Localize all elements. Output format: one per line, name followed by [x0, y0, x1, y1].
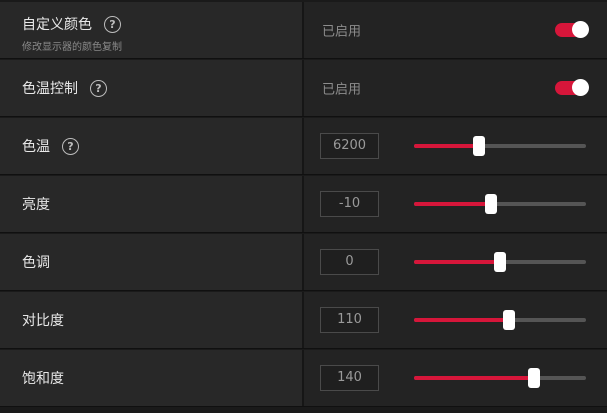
brightness-slider[interactable]	[414, 194, 586, 214]
contrast-label-cell: 对比度	[0, 292, 304, 348]
brightness-control-cell: -10	[304, 176, 607, 232]
saturation-input[interactable]: 140	[320, 365, 379, 391]
color-temp-control-row: 色温控制 ? 已启用	[0, 60, 607, 117]
color-temp-label: 色温	[22, 139, 50, 155]
contrast-row: 对比度 110	[0, 292, 607, 349]
color-temp-control-toggle[interactable]	[555, 79, 589, 96]
brightness-label: 亮度	[22, 197, 50, 213]
saturation-row: 饱和度 140	[0, 350, 607, 407]
help-icon[interactable]: ?	[90, 79, 107, 97]
contrast-control-cell: 110	[304, 292, 607, 348]
slider-fill	[414, 260, 500, 264]
hue-input[interactable]: 0	[320, 249, 379, 275]
slider-thumb[interactable]	[473, 136, 486, 156]
slider-thumb[interactable]	[494, 252, 506, 272]
brightness-row: 亮度 -10	[0, 176, 607, 233]
custom-color-toggle[interactable]	[555, 21, 589, 38]
color-temp-control-control-cell: 已启用	[304, 60, 607, 116]
color-temp-control-cell: 6200	[304, 118, 607, 174]
color-temp-control-label: 色温控制	[22, 81, 78, 97]
slider-fill	[414, 144, 480, 148]
custom-color-label-cell: 自定义颜色 ? 修改显示器的颜色复制	[0, 2, 304, 58]
hue-slider[interactable]	[414, 252, 586, 272]
hue-row: 色调 0	[0, 234, 607, 291]
slider-thumb[interactable]	[502, 310, 515, 330]
slider-fill	[414, 376, 535, 380]
saturation-slider[interactable]	[414, 368, 586, 388]
contrast-slider[interactable]	[414, 310, 586, 330]
custom-color-control-cell: 已启用	[304, 2, 607, 58]
custom-color-label: 自定义颜色	[22, 17, 92, 33]
custom-color-status: 已启用	[322, 24, 362, 40]
slider-fill	[414, 202, 492, 206]
hue-control-cell: 0	[304, 234, 607, 290]
custom-color-row: 自定义颜色 ? 修改显示器的颜色复制 已启用	[0, 2, 607, 59]
help-icon[interactable]: ?	[104, 15, 121, 33]
saturation-label-cell: 饱和度	[0, 350, 304, 406]
hue-label-cell: 色调	[0, 234, 304, 290]
help-icon[interactable]: ?	[62, 137, 79, 155]
color-temp-control-status: 已启用	[322, 82, 362, 98]
color-temp-input[interactable]: 6200	[320, 133, 379, 159]
hue-label: 色调	[22, 255, 50, 271]
slider-fill	[414, 318, 509, 322]
saturation-control-cell: 140	[304, 350, 607, 406]
color-temp-slider[interactable]	[414, 136, 586, 156]
saturation-label: 饱和度	[22, 371, 64, 387]
color-temp-control-label-cell: 色温控制 ?	[0, 60, 304, 116]
slider-thumb[interactable]	[528, 368, 541, 388]
brightness-label-cell: 亮度	[0, 176, 304, 232]
custom-color-sublabel: 修改显示器的颜色复制	[22, 42, 122, 53]
contrast-label: 对比度	[22, 313, 64, 329]
color-settings-panel: 自定义颜色 ? 修改显示器的颜色复制 已启用 色温控制 ? 已启用 色温 ? 6…	[0, 0, 607, 413]
color-temp-label-cell: 色温 ?	[0, 118, 304, 174]
color-temp-row: 色温 ? 6200	[0, 118, 607, 175]
brightness-input[interactable]: -10	[320, 191, 379, 217]
contrast-input[interactable]: 110	[320, 307, 379, 333]
slider-thumb[interactable]	[485, 194, 498, 214]
